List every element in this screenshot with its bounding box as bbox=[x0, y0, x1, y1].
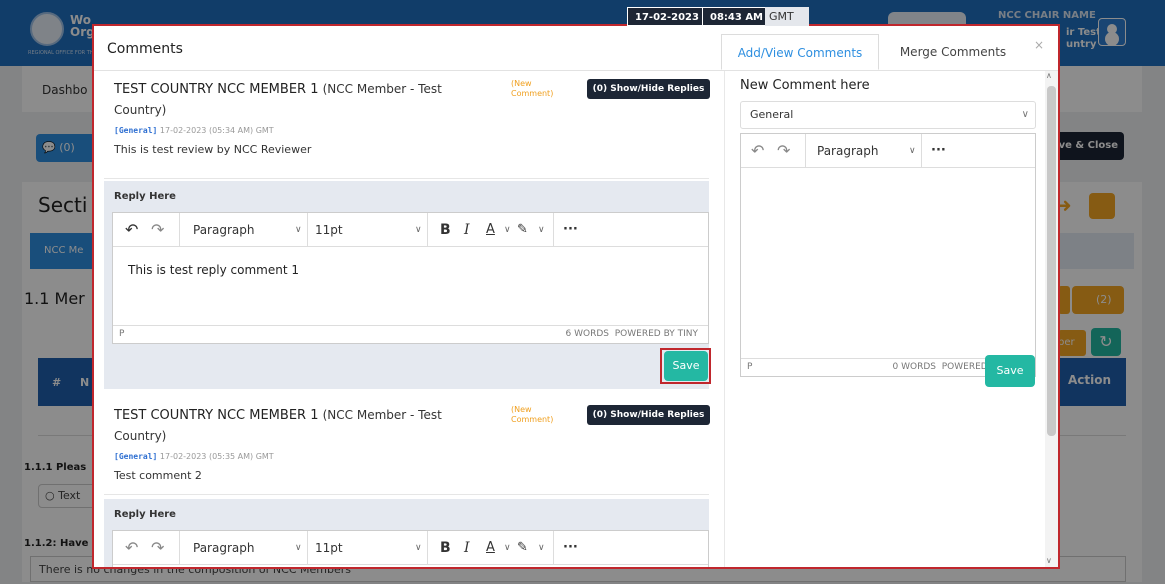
text-color-icon[interactable]: A bbox=[486, 531, 495, 565]
comment-author-name: TEST COUNTRY NCC MEMBER 1 bbox=[114, 82, 319, 97]
chevron-down-icon[interactable]: ∨ bbox=[415, 213, 422, 247]
scroll-up-icon[interactable]: ∧ bbox=[1046, 71, 1052, 80]
scrollbar-thumb[interactable] bbox=[1047, 86, 1056, 436]
undo-icon[interactable]: ↶ bbox=[125, 213, 138, 247]
toolbar-separator bbox=[805, 134, 806, 168]
undo-icon[interactable]: ↶ bbox=[125, 531, 138, 565]
chevron-down-icon[interactable]: ∨ bbox=[909, 134, 916, 168]
reply-label: Reply Here bbox=[114, 191, 176, 202]
chevron-down-icon[interactable]: ∨ bbox=[504, 531, 511, 565]
chevron-down-icon[interactable]: ∨ bbox=[504, 213, 511, 247]
text-color-icon[interactable]: A bbox=[486, 213, 495, 247]
comment-category: [General] bbox=[114, 452, 158, 461]
format-select[interactable]: Paragraph bbox=[193, 213, 254, 247]
powered-by[interactable]: POWERED BY TINY bbox=[615, 329, 698, 339]
redo-icon[interactable]: ↷ bbox=[151, 531, 164, 565]
chevron-down-icon[interactable]: ∨ bbox=[538, 531, 545, 565]
chevron-down-icon[interactable]: ∨ bbox=[538, 213, 545, 247]
redo-icon[interactable]: ↷ bbox=[151, 213, 164, 247]
word-count-value: 6 WORDS bbox=[565, 329, 610, 339]
editor-content[interactable]: This is test reply comment 1 bbox=[128, 263, 299, 277]
close-icon[interactable]: × bbox=[1034, 38, 1044, 52]
highlight-icon[interactable]: ✎ bbox=[517, 531, 528, 565]
comments-modal: Comments Add/View Comments Merge Comment… bbox=[92, 24, 1060, 569]
modal-title: Comments bbox=[107, 41, 183, 57]
comment-meta: [General] 17-02-2023 (05:34 AM) GMT bbox=[114, 126, 274, 135]
toolbar-separator bbox=[921, 134, 922, 168]
new-comment-panel: New Comment here General ∨ ↶ ↷ Paragraph… bbox=[724, 71, 1058, 567]
comment-item: TEST COUNTRY NCC MEMBER 1 (NCC Member - … bbox=[104, 71, 710, 179]
bold-icon[interactable]: B bbox=[440, 531, 451, 565]
reply-label: Reply Here bbox=[114, 509, 176, 520]
header-timezone: GMT bbox=[765, 7, 809, 26]
word-count: 6 WORDS POWERED BY TINY bbox=[566, 326, 698, 343]
category-select[interactable]: General ∨ bbox=[740, 101, 1036, 129]
comment-author-name: TEST COUNTRY NCC MEMBER 1 bbox=[114, 408, 319, 423]
new-comment-badge: (New Comment) bbox=[511, 405, 554, 424]
reply-save-button[interactable]: Save bbox=[664, 351, 708, 381]
header-date: 17-02-2023 bbox=[627, 7, 707, 26]
comments-list: TEST COUNTRY NCC MEMBER 1 (NCC Member - … bbox=[94, 71, 724, 567]
new-comment-editor[interactable]: ↶ ↷ Paragraph ∨ ··· P 0 WORDS POWERED BY… bbox=[740, 133, 1036, 377]
reply-editor[interactable]: ↶ ↷ Paragraph ∨ 11pt ∨ B I A ∨ ✎ ∨ · bbox=[112, 530, 709, 567]
bold-icon[interactable]: B bbox=[440, 213, 451, 247]
italic-icon[interactable]: I bbox=[464, 213, 470, 247]
chevron-down-icon[interactable]: ∨ bbox=[295, 213, 302, 247]
comment-author: TEST COUNTRY NCC MEMBER 1 (NCC Member - … bbox=[114, 79, 494, 121]
format-select[interactable]: Paragraph bbox=[817, 134, 878, 168]
element-path: P bbox=[119, 329, 125, 339]
highlight-icon[interactable]: ✎ bbox=[517, 213, 528, 247]
more-icon[interactable]: ··· bbox=[563, 531, 578, 565]
editor-toolbar: ↶ ↷ Paragraph ∨ ··· bbox=[741, 134, 1035, 168]
editor-statusbar: P 6 WORDS POWERED BY TINY bbox=[113, 325, 708, 343]
new-comment-label: New Comment here bbox=[740, 78, 870, 93]
toolbar-separator bbox=[427, 213, 428, 247]
toolbar-separator bbox=[427, 531, 428, 565]
tab-add-view-comments[interactable]: Add/View Comments bbox=[721, 34, 879, 70]
chevron-down-icon: ∨ bbox=[1021, 109, 1029, 120]
show-hide-replies-button[interactable]: (0) Show/Hide Replies bbox=[587, 79, 710, 99]
comment-category: [General] bbox=[114, 126, 158, 135]
comment-item: TEST COUNTRY NCC MEMBER 1 (NCC Member - … bbox=[104, 397, 710, 495]
word-count-value: 0 WORDS bbox=[892, 362, 937, 372]
chevron-down-icon[interactable]: ∨ bbox=[295, 531, 302, 565]
comment-text: Test comment 2 bbox=[114, 469, 202, 482]
italic-icon[interactable]: I bbox=[464, 531, 470, 565]
more-icon[interactable]: ··· bbox=[931, 134, 946, 168]
redo-icon[interactable]: ↷ bbox=[777, 134, 790, 168]
undo-icon[interactable]: ↶ bbox=[751, 134, 764, 168]
tab-merge-comments[interactable]: Merge Comments bbox=[884, 34, 1022, 70]
editor-toolbar: ↶ ↷ Paragraph ∨ 11pt ∨ B I A ∨ ✎ ∨ ··· bbox=[113, 213, 708, 247]
new-comment-save-button[interactable]: Save bbox=[985, 355, 1035, 387]
show-hide-replies-button[interactable]: (0) Show/Hide Replies bbox=[587, 405, 710, 425]
comment-timestamp: 17-02-2023 (05:34 AM) GMT bbox=[159, 126, 274, 135]
toolbar-separator bbox=[553, 531, 554, 565]
element-path: P bbox=[747, 362, 753, 372]
new-comment-badge: (New Comment) bbox=[511, 79, 554, 98]
toolbar-separator bbox=[553, 213, 554, 247]
toolbar-separator bbox=[179, 531, 180, 565]
comment-meta: [General] 17-02-2023 (05:35 AM) GMT bbox=[114, 452, 274, 461]
toolbar-separator bbox=[179, 213, 180, 247]
header-time: 08:43 AM bbox=[702, 7, 772, 26]
more-icon[interactable]: ··· bbox=[563, 213, 578, 247]
comment-author: TEST COUNTRY NCC MEMBER 1 (NCC Member - … bbox=[114, 405, 494, 447]
scroll-down-icon[interactable]: ∨ bbox=[1046, 556, 1052, 565]
toolbar-separator bbox=[307, 531, 308, 565]
comment-text: This is test review by NCC Reviewer bbox=[114, 143, 312, 156]
reply-box: Reply Here ↶ ↷ Paragraph ∨ 11pt ∨ B I A … bbox=[104, 499, 709, 567]
format-select[interactable]: Paragraph bbox=[193, 531, 254, 565]
reply-box: Reply Here ↶ ↷ Paragraph ∨ 11pt ∨ B I A … bbox=[104, 181, 711, 389]
reply-editor[interactable]: ↶ ↷ Paragraph ∨ 11pt ∨ B I A ∨ ✎ ∨ · bbox=[112, 212, 709, 344]
category-value: General bbox=[750, 108, 794, 121]
font-size-select[interactable]: 11pt bbox=[315, 213, 343, 247]
comment-timestamp: 17-02-2023 (05:35 AM) GMT bbox=[159, 452, 274, 461]
editor-toolbar: ↶ ↷ Paragraph ∨ 11pt ∨ B I A ∨ ✎ ∨ ··· bbox=[113, 531, 708, 565]
toolbar-separator bbox=[307, 213, 308, 247]
chevron-down-icon[interactable]: ∨ bbox=[415, 531, 422, 565]
font-size-select[interactable]: 11pt bbox=[315, 531, 343, 565]
